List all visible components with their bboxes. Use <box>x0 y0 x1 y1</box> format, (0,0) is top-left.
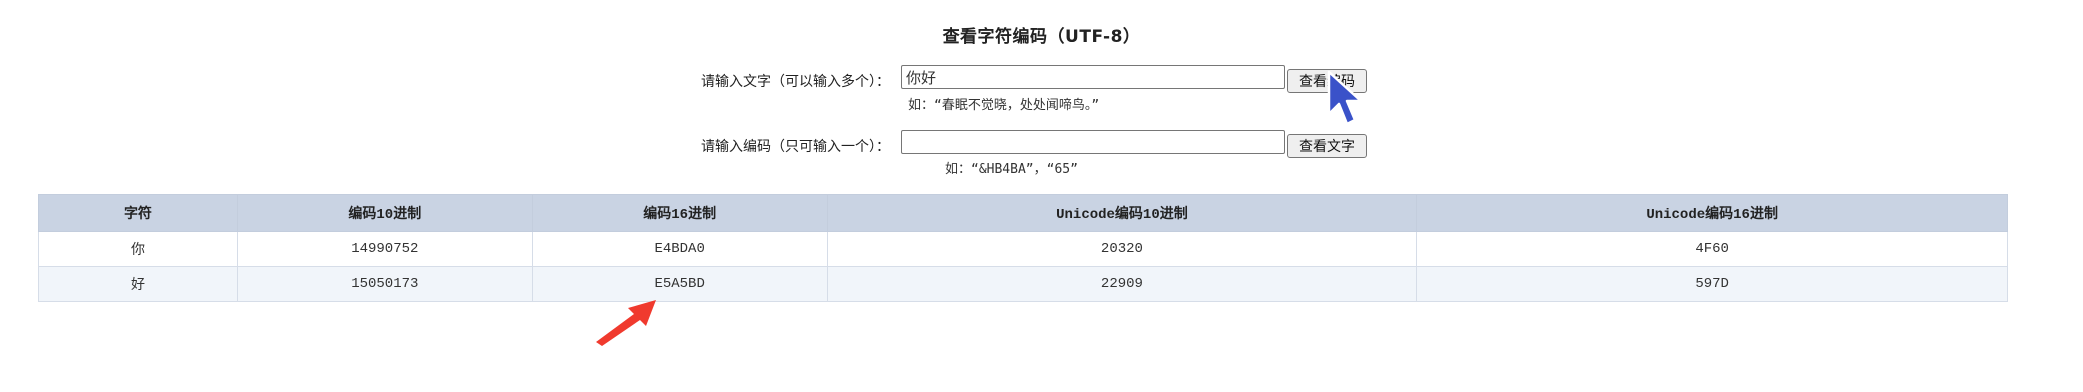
cell-code-hex: E4BDA0 <box>531 231 828 267</box>
mouse-pointer-icon <box>1327 70 1363 126</box>
cell-unicode-hex: 4F60 <box>1416 231 2008 267</box>
red-arrow-icon <box>596 300 656 346</box>
table-header-row: 字符 编码10进制 编码16进制 Unicode编码10进制 Unicode编码… <box>38 194 2008 232</box>
cell-unicode-hex: 597D <box>1416 266 2008 302</box>
cell-unicode-dec: 22909 <box>826 266 1418 302</box>
code-to-text-row: 请输入编码（只可输入一个）： 查看文字 <box>0 130 2083 160</box>
code-input-hint: 如：“&HB4BA”，“65” <box>945 162 1078 177</box>
text-input-label: 请输入文字（可以输入多个）： <box>701 74 890 90</box>
cell-unicode-dec: 20320 <box>826 231 1418 267</box>
table-row: 好 15050173 E5A5BD 22909 597D <box>38 266 2008 302</box>
header-unicode-dec: Unicode编码10进制 <box>826 194 1418 232</box>
page-title: 查看字符编码（UTF-8） <box>942 27 1141 47</box>
code-input-label: 请输入编码（只可输入一个）： <box>701 139 890 155</box>
header-code-hex: 编码16进制 <box>531 194 828 232</box>
text-input-hint: 如：“春眠不觉晓，处处闻啼鸟。” <box>908 98 1100 113</box>
view-text-button[interactable]: 查看文字 <box>1287 134 1367 158</box>
cell-code-dec: 15050173 <box>236 266 533 302</box>
cell-code-dec: 14990752 <box>236 231 533 267</box>
header-unicode-hex: Unicode编码16进制 <box>1416 194 2008 232</box>
result-table: 字符 编码10进制 编码16进制 Unicode编码10进制 Unicode编码… <box>38 194 2008 302</box>
table-row: 你 14990752 E4BDA0 20320 4F60 <box>38 231 2008 267</box>
code-input[interactable] <box>901 130 1285 154</box>
header-char: 字符 <box>38 194 238 232</box>
header-code-dec: 编码10进制 <box>236 194 533 232</box>
cell-char: 你 <box>38 231 238 267</box>
text-to-code-row: 请输入文字（可以输入多个）： 查看编码 <box>0 65 2083 95</box>
text-input[interactable] <box>901 65 1285 89</box>
cell-char: 好 <box>38 266 238 302</box>
cell-code-hex: E5A5BD <box>531 266 828 302</box>
